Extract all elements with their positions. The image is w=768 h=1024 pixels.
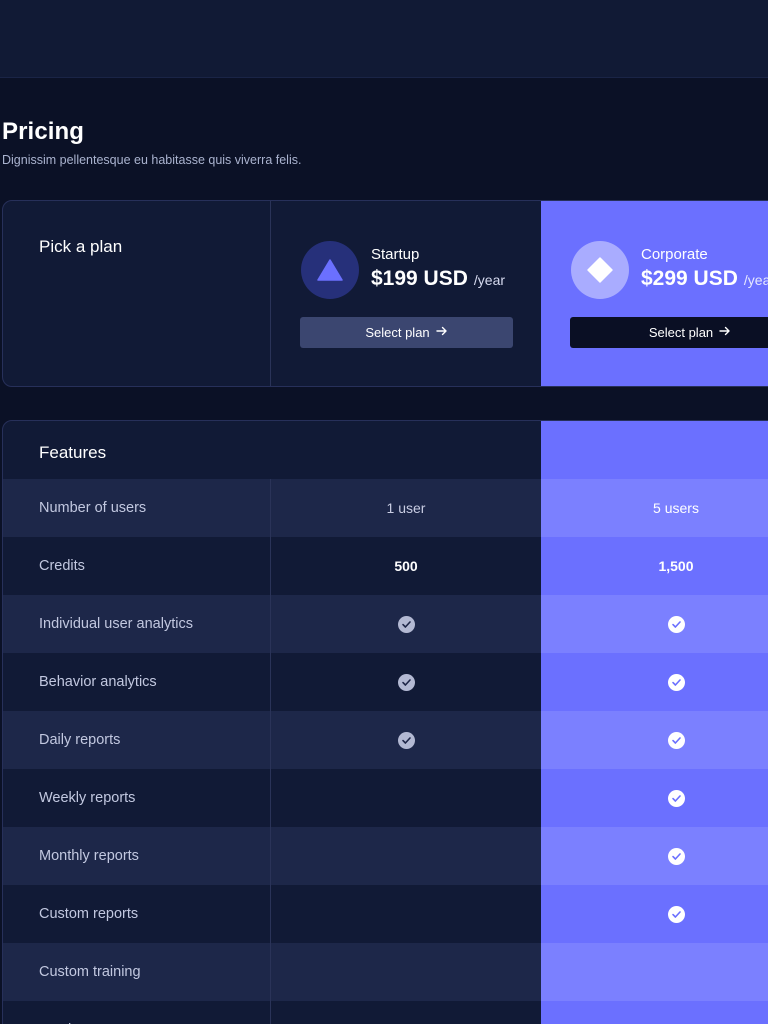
feature-corporate-value (541, 827, 768, 885)
table-row: Custom training (3, 943, 768, 1001)
table-row: Custom reports (3, 885, 768, 943)
table-row: Number of users 1 user 5 users (3, 479, 768, 537)
check-circle-icon (667, 905, 685, 923)
arrow-right-icon (719, 325, 731, 340)
select-plan-corporate-button[interactable]: Select plan (570, 317, 768, 348)
feature-startup-value (270, 1001, 541, 1024)
feature-corporate-value (541, 1001, 768, 1024)
plan-picker: Pick a plan Startup $199 USD/year Select… (2, 200, 768, 387)
check-circle-icon (397, 615, 415, 633)
plan-name: Corporate (641, 246, 708, 263)
table-row: Monthly reports (3, 827, 768, 885)
feature-startup-value: 500 (270, 537, 541, 595)
feature-corporate-value (541, 885, 768, 943)
diamond-icon (571, 241, 629, 299)
pick-plan-label: Pick a plan (39, 237, 123, 256)
button-label: Select plan (648, 325, 714, 340)
triangle-icon (301, 241, 359, 299)
feature-startup-value (270, 653, 541, 711)
feature-label: Monthly reports (3, 827, 270, 885)
check-circle-icon (667, 789, 685, 807)
table-row: Weekly reports (3, 769, 768, 827)
feature-startup-value (270, 595, 541, 653)
feature-corporate-value (541, 653, 768, 711)
button-label: Select plan (365, 325, 430, 340)
table-row: Behavior analytics (3, 653, 768, 711)
feature-label: Custom reports (39, 906, 139, 922)
check-circle-icon (667, 673, 685, 691)
feature-startup-value (270, 827, 541, 885)
check-circle-icon (667, 847, 685, 865)
features-table: Features Number of users 1 user 5 users Cre… (2, 420, 768, 1024)
select-plan-startup-button[interactable]: Select plan (300, 317, 513, 348)
feature-corporate-value (541, 595, 768, 653)
features-heading: Features (39, 443, 107, 462)
feature-label: Individual user analytics (3, 595, 270, 653)
table-row: Individual user analytics (3, 595, 768, 653)
arrow-right-icon (435, 325, 448, 340)
feature-startup-value: 1 user (270, 479, 541, 537)
feature-startup-value (270, 769, 541, 827)
price-period: /year (473, 272, 506, 288)
check-circle-icon (667, 731, 685, 749)
feature-startup-value (270, 885, 541, 943)
plan-corporate: Corporate $299 USD/year Select plan (541, 201, 768, 386)
feature-label: Number of users (3, 479, 270, 537)
page-subtitle: Dignissim pellentesque eu habitasse quis… (2, 153, 302, 167)
feature-label: Custom training (3, 943, 270, 1001)
price-value: $199 USD (371, 267, 468, 290)
feature-corporate-value (541, 943, 768, 1001)
feature-corporate-value (541, 711, 768, 769)
feature-label: Weekly reports (39, 790, 136, 806)
plan-price: $199 USD/year (371, 267, 505, 291)
page-title: Pricing (2, 118, 85, 145)
feature-corporate-value: 1,500 (658, 558, 694, 574)
price-value: $299 USD (641, 267, 738, 290)
check-circle-icon (667, 615, 685, 633)
feature-label: Batch reports (3, 1001, 270, 1024)
plan-price: $299 USD/year (641, 267, 768, 291)
table-row: Credits 500 1,500 (3, 537, 768, 595)
feature-corporate-value (541, 769, 768, 827)
feature-corporate-value: 5 users (541, 479, 768, 537)
feature-startup-value (270, 711, 541, 769)
feature-label: Behavior analytics (39, 674, 157, 690)
price-period: /year (743, 272, 768, 288)
check-circle-icon (397, 731, 415, 749)
feature-startup-value (270, 943, 541, 1001)
check-circle-icon (397, 673, 415, 691)
top-bar (0, 0, 768, 78)
plan-startup: Startup $199 USD/year Select plan (271, 201, 541, 386)
table-row: Batch reports (3, 1001, 768, 1024)
feature-label: Credits (39, 558, 85, 574)
plan-name: Startup (371, 246, 420, 263)
table-row: Daily reports (3, 711, 768, 769)
feature-label: Daily reports (3, 711, 270, 769)
